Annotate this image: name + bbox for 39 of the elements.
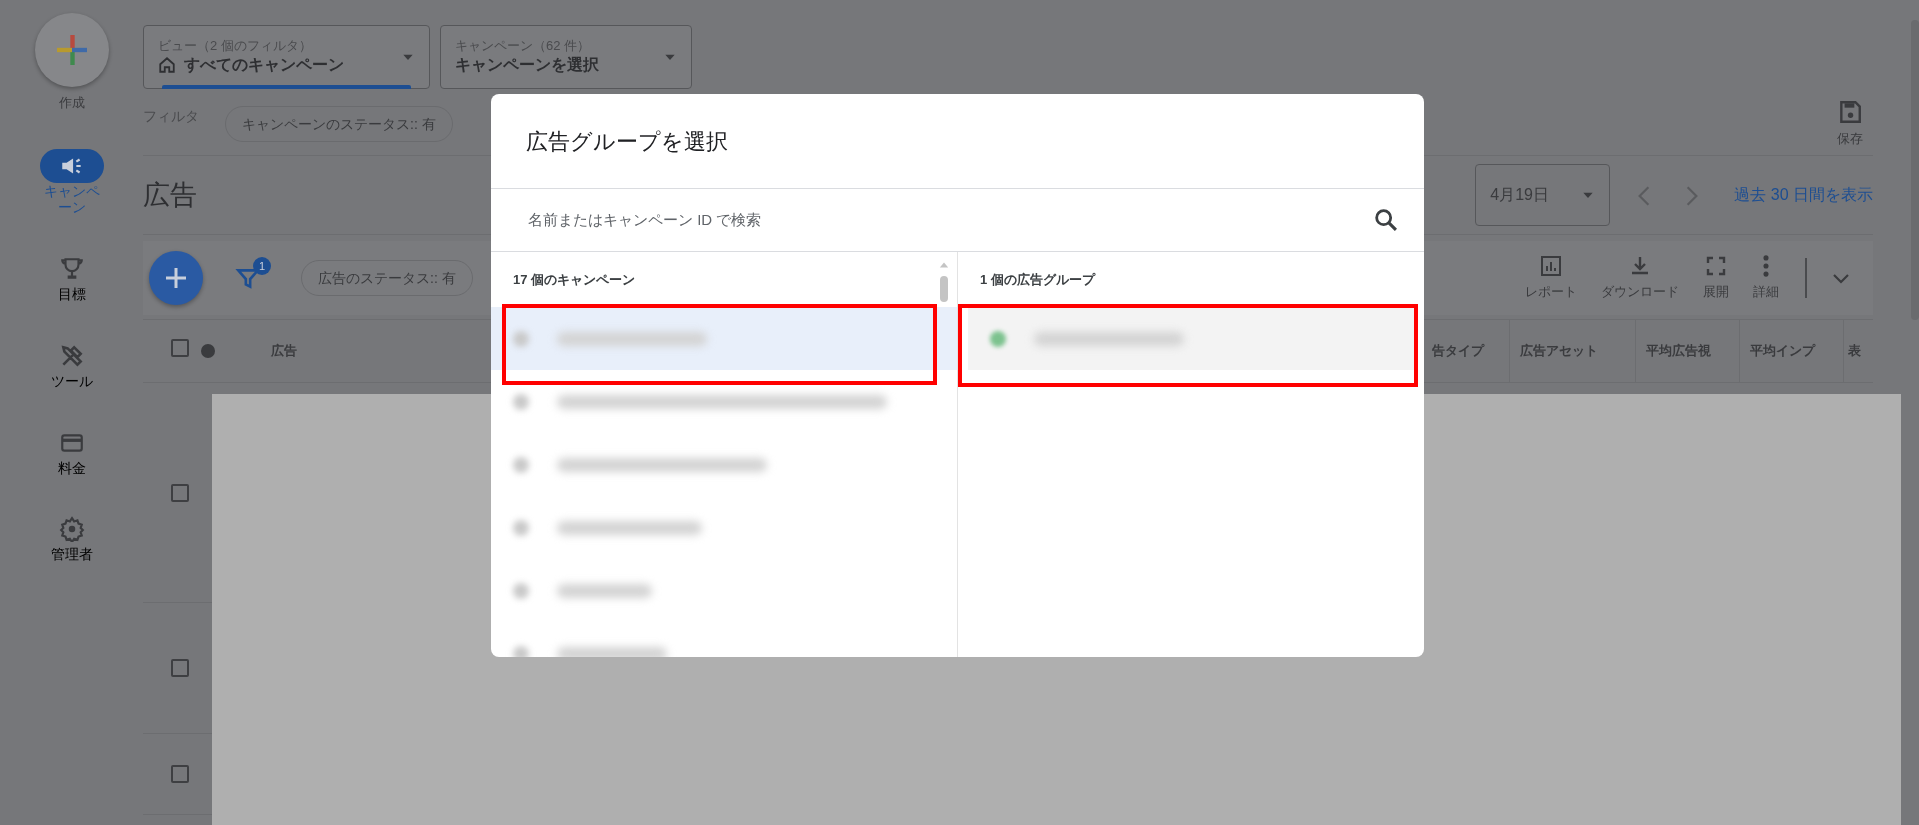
scrollbar-thumb[interactable] [940,276,948,302]
save-button[interactable]: 保存 [1827,99,1873,149]
ad-group-row[interactable] [968,307,1414,370]
toolbar-button[interactable]: 展開 [1691,254,1741,302]
create-label: 作成 [58,94,85,112]
column-header[interactable]: 平均広告視 [1635,320,1739,382]
dialog-title: 広告グループを選択 [491,94,1424,189]
save-icon [1837,99,1863,126]
chevron-left-icon [1638,184,1651,207]
last-30-days-link[interactable]: 過去 30 日間を表示 [1734,183,1873,207]
sidebar-item[interactable]: 料金 [37,425,106,477]
home-icon [158,55,176,74]
column-header[interactable]: 広告アセット [1509,320,1635,382]
sidebar-item[interactable]: 目標 [37,252,106,303]
page-title: 広告 [143,178,197,212]
list-heading: 17 個のキャンペーン [512,270,637,289]
row-checkbox[interactable] [171,483,189,502]
sidebar-item[interactable]: ツール [37,338,106,390]
create-button[interactable] [34,13,109,87]
chart-icon [1539,254,1563,279]
more-vertical-icon [1763,255,1769,278]
sidebar-item[interactable]: キャンペーン [37,148,106,217]
list-heading: 1 個の広告グループ [979,270,1097,289]
column-header[interactable]: 表 [1843,320,1873,382]
select-all-checkbox[interactable] [171,339,189,357]
status-dot [201,344,215,358]
filter-count-badge: 1 [253,257,271,275]
scroll-up-icon [939,260,949,270]
row-checkbox[interactable] [171,765,189,783]
search-icon [1372,206,1400,234]
sidebar-item[interactable]: 管理者 [37,512,106,564]
gear-icon [58,516,85,543]
date-range-picker[interactable]: 4月19日 [1475,164,1611,226]
add-button[interactable] [149,251,203,305]
toolbar-button[interactable]: 詳細 [1741,254,1791,302]
column-header[interactable]: 平均インプ [1739,320,1843,382]
row-checkbox[interactable] [171,659,189,677]
chevron-right-icon [1686,184,1699,207]
campaign-row[interactable] [491,307,957,370]
